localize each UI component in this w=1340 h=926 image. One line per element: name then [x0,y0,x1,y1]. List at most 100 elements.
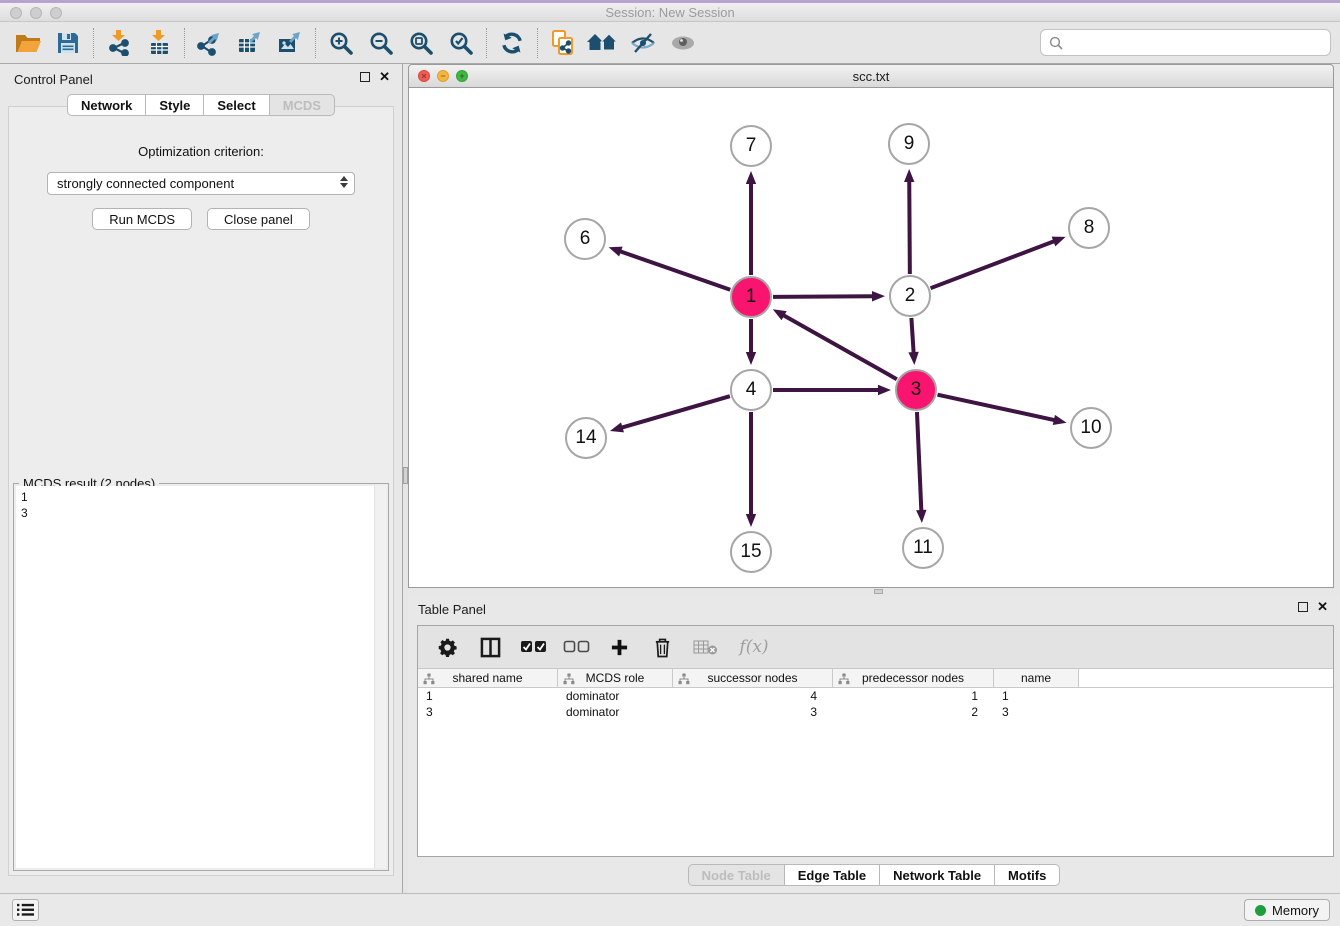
network-window-titlebar[interactable]: × − + scc.txt [408,64,1334,88]
export-table-button[interactable] [230,25,270,61]
tab-network[interactable]: Network [67,94,146,116]
graph-node-15[interactable]: 15 [730,531,772,573]
network-zoom-button[interactable]: + [456,70,468,82]
tab-select[interactable]: Select [204,94,269,116]
select-all-columns-button[interactable] [519,632,547,662]
close-panel-icon[interactable]: ✕ [379,72,390,82]
column-header-label: name [1021,671,1051,685]
first-neighbors-button[interactable] [583,25,623,61]
open-session-button[interactable] [8,25,48,61]
splitter-handle[interactable] [874,589,883,594]
deselect-all-columns-button[interactable] [562,632,590,662]
graph-edge-2-9[interactable] [904,169,914,274]
hide-selected-button[interactable] [623,25,663,61]
graph-edge-1-7[interactable] [746,171,756,275]
app-title: Session: New Session [0,3,1340,22]
graph-node-14[interactable]: 14 [565,417,607,459]
result-scrollbar[interactable] [374,486,386,868]
graph-node-3[interactable]: 3 [895,369,937,411]
optimization-criterion-select[interactable]: strongly connected component [47,172,355,195]
app-close-button[interactable] [10,7,22,19]
show-column-panel-button[interactable] [476,632,504,662]
header-filler [1079,669,1333,687]
delete-table-button[interactable] [691,632,719,662]
tab-edge-table[interactable]: Edge Table [785,864,880,886]
table-settings-button[interactable] [433,632,461,662]
column-header-shared-name[interactable]: shared name [418,669,558,687]
function-builder-button[interactable]: f(x) [734,632,774,662]
search-box[interactable] [1040,29,1331,56]
close-panel-icon[interactable]: ✕ [1317,602,1328,612]
checked-boxes-icon [520,640,547,654]
tab-style[interactable]: Style [146,94,204,116]
graph-node-11[interactable]: 11 [902,527,944,569]
graph-node-4[interactable]: 4 [730,369,772,411]
create-column-button[interactable] [605,632,633,662]
graph-edge-1-2[interactable] [773,291,885,301]
refresh-network-button[interactable] [492,25,532,61]
import-table-button[interactable] [139,25,179,61]
app-minimize-button[interactable] [30,7,42,19]
import-network-button[interactable] [99,25,139,61]
graph-node-10[interactable]: 10 [1070,407,1112,449]
column-header-label: shared name [452,671,522,685]
graph-edge-3-11[interactable] [916,412,926,523]
memory-button[interactable]: Memory [1244,899,1330,921]
graph-edge-3-1[interactable] [773,309,897,379]
graph-edge-2-3[interactable] [908,318,918,365]
graph-node-9[interactable]: 9 [888,123,930,165]
network-canvas[interactable]: 1 2 3 4 6 7 8 9 10 11 14 15 [408,88,1334,588]
status-bar: Memory [0,893,1340,926]
toolbar-separator [537,28,538,58]
network-close-button[interactable]: × [418,70,430,82]
run-mcds-button[interactable]: Run MCDS [92,208,192,230]
show-all-button[interactable] [663,25,703,61]
app-zoom-button[interactable] [50,7,62,19]
new-network-from-selection-button[interactable] [543,25,583,61]
export-image-button[interactable] [270,25,310,61]
tab-network-table[interactable]: Network Table [880,864,995,886]
mcds-result-text[interactable]: 1 3 [16,486,386,868]
column-header-predecessor-nodes[interactable]: predecessor nodes [833,669,994,687]
zoom-in-button[interactable] [321,25,361,61]
graph-edge-4-3[interactable] [773,385,891,395]
table-row[interactable]: 1dominator411 [418,688,1333,704]
zoom-out-button[interactable] [361,25,401,61]
control-panel-header: Control Panel ✕ [0,64,402,94]
control-panel-tabs: Network Style Select MCDS [0,94,402,116]
delete-column-button[interactable] [648,632,676,662]
graph-node-2[interactable]: 2 [889,275,931,317]
graph-node-8[interactable]: 8 [1068,207,1110,249]
close-panel-button[interactable]: Close panel [207,208,310,230]
graph-edge-4-14[interactable] [610,396,730,432]
save-session-button[interactable] [48,25,88,61]
graph-edge-4-15[interactable] [746,412,756,527]
tab-node-table[interactable]: Node Table [688,864,785,886]
task-history-button[interactable] [12,899,39,921]
graph-edge-1-4[interactable] [746,319,756,365]
float-panel-icon[interactable] [360,72,370,82]
zoom-selected-button[interactable] [441,25,481,61]
horizontal-splitter[interactable] [408,588,1340,596]
table-row[interactable]: 3dominator323 [418,704,1333,720]
graph-edge-1-6[interactable] [609,247,731,290]
column-header-label: MCDS role [586,671,645,685]
graph-edge-3-10[interactable] [937,395,1066,425]
tab-mcds[interactable]: MCDS [270,94,335,116]
search-input[interactable] [1068,35,1322,50]
graph-node-6[interactable]: 6 [564,218,606,260]
graph-node-7[interactable]: 7 [730,125,772,167]
app-titlebar: Session: New Session [0,3,1340,22]
column-header-successor-nodes[interactable]: successor nodes [673,669,833,687]
open-folder-icon [14,31,42,55]
graph-node-1[interactable]: 1 [730,276,772,318]
column-header-name[interactable]: name [994,669,1079,687]
column-header-MCDS-role[interactable]: MCDS role [558,669,673,687]
network-minimize-button[interactable]: − [437,70,449,82]
float-panel-icon[interactable] [1298,602,1308,612]
zoom-fit-button[interactable] [401,25,441,61]
tab-motifs[interactable]: Motifs [995,864,1060,886]
export-network-button[interactable] [190,25,230,61]
graph-edge-2-8[interactable] [931,237,1066,289]
table-cell: 1 [833,688,994,704]
